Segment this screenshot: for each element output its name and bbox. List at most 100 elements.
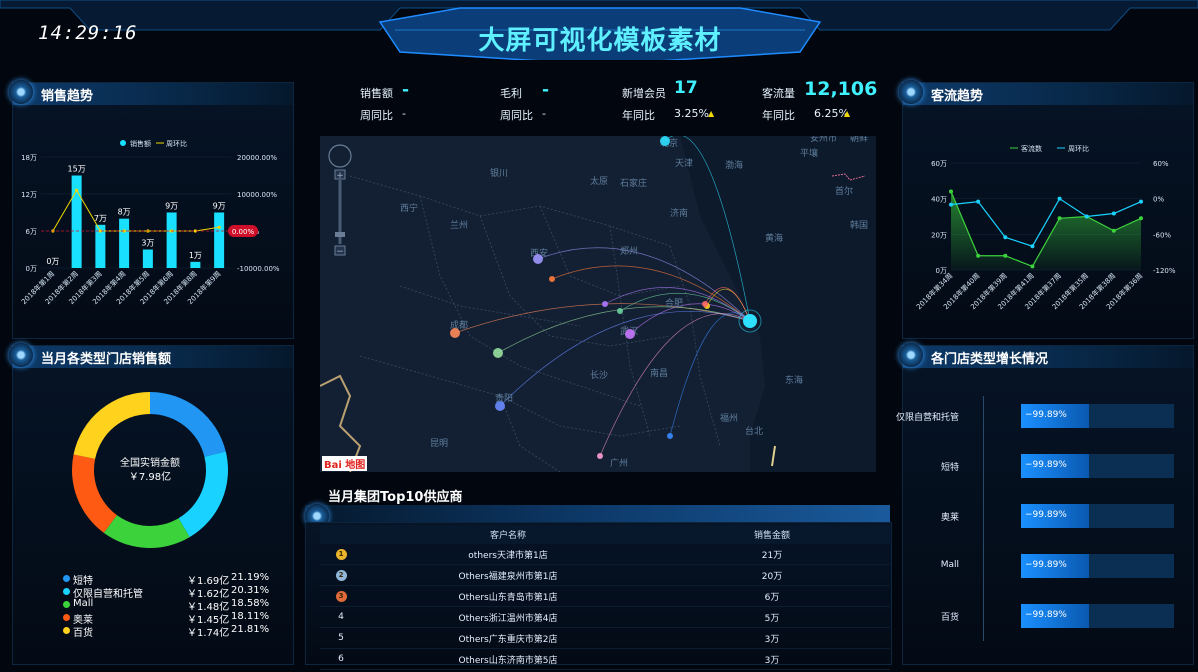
legend-item[interactable]: 奥莱 ￥1.45亿 18.11%: [63, 611, 273, 626]
traffic-point: [1030, 264, 1035, 269]
sales-trend-panel: 销售趋势 销售额 周环比 0万 6万 12万 18万 -10000.00% 0.00% 1000…: [9, 80, 294, 339]
map-point: [597, 453, 603, 459]
map-city-label: 渤海: [725, 159, 743, 171]
panel-title: 当月各类型门店销售额: [41, 352, 172, 367]
y2-tick-label: -60%: [1153, 231, 1171, 239]
panel-title: 销售趋势: [41, 89, 94, 104]
traffic-point: [1057, 216, 1062, 221]
map-city-label: 昆明: [430, 438, 448, 449]
kpi-label: 销售额: [360, 87, 393, 100]
map-city-label: 广州: [610, 457, 628, 469]
legend-pct: 21.81%: [231, 624, 270, 635]
rank-medal-icon: 1: [335, 548, 347, 560]
clock: 14:29:16: [38, 22, 138, 44]
y-tick-label: 60万: [931, 160, 947, 168]
amount-cell: 5万: [654, 606, 890, 628]
legend-name: 百货: [73, 628, 93, 639]
map-city-label: 太原: [590, 175, 608, 187]
map-city-label: 长沙: [590, 369, 608, 381]
map-city-label: 黄海: [765, 232, 783, 244]
legend-item[interactable]: 仅限自营和托管 ￥1.62亿 20.31%: [63, 585, 273, 600]
growth-bar-chart: 仅限自营和托管 −99.89% 短特 −99.89% 奥莱 −99.89% Mall …: [896, 404, 1193, 654]
amount-cell: 3万: [654, 627, 890, 649]
panel-bullet-icon: [9, 80, 33, 104]
donut-center-label: 全国实销金额: [120, 456, 180, 469]
kpi-value: -: [402, 80, 410, 100]
svg-text:+: +: [336, 171, 344, 181]
flow-arc: [499, 311, 751, 407]
table-row[interactable]: 2 Others福建泉州市第1店 20万: [320, 564, 890, 586]
store-sales-donut-chart: 全国实销金额￥7.98亿: [72, 392, 228, 548]
map-city-label: 合肥: [665, 297, 683, 309]
map-pan-control[interactable]: [328, 144, 352, 168]
kpi-label: 毛利: [500, 87, 522, 100]
donut-slice: [150, 392, 226, 457]
legend-pct: 21.19%: [231, 572, 270, 583]
table-row[interactable]: 6 Others山东济南市第5店 3万: [320, 648, 890, 670]
map-point: [549, 276, 555, 282]
table-row[interactable]: 1 others天津市第1店 21万: [320, 544, 890, 565]
donut-slice: [72, 454, 117, 533]
map-point: [602, 301, 608, 307]
legend-item[interactable]: 百货 ￥1.74亿 21.81%: [63, 624, 273, 639]
legend-item[interactable]: Mall ￥1.48亿 18.58%: [63, 598, 273, 613]
legend-label: 周环比: [166, 139, 187, 148]
rank-cell: 5: [320, 627, 362, 649]
flow-arc: [537, 247, 751, 322]
zoom-slider-handle[interactable]: [335, 232, 345, 237]
legend-dot-icon: [63, 627, 70, 634]
panel-bullet-icon: [899, 80, 923, 104]
kpi-strip: 销售额 - 周同比 - 毛利 - 周同比 - 新增会员 17 年同比 3.25%…: [300, 78, 896, 126]
y2-tick-label: 10000.00%: [237, 191, 277, 199]
kpi-label: 新增会员: [622, 87, 666, 100]
growth-bar-row: 短特 −99.89%: [903, 454, 1174, 480]
china-map[interactable]: + − 北京天津太原石家庄济南西宁兰州郑州西安合肥武汉成都长沙南昌贵阳昆明福州台…: [320, 136, 876, 472]
bar-data-label: −99.89%: [1025, 460, 1067, 470]
legend-item[interactable]: 短特 ￥1.69亿 21.19%: [63, 572, 273, 587]
up-arrow-icon: ▲: [844, 109, 851, 118]
donut-legend: 短特 ￥1.69亿 21.19% 仅限自营和托管 ￥1.62亿 20.31% M…: [13, 572, 293, 662]
table-row[interactable]: 4 Others浙江温州市第4店 5万: [320, 606, 890, 628]
map-city-label: 平壤: [800, 147, 818, 159]
rank-number: 4: [338, 612, 344, 622]
legend-dot-icon: [63, 588, 70, 595]
map-point: [450, 328, 460, 338]
y2-tick-label: 60%: [1153, 160, 1169, 168]
svg-text:−: −: [336, 247, 344, 257]
traffic-point: [1003, 253, 1008, 258]
column-header-customer: 客户名称: [362, 525, 654, 544]
kpi-card: 新增会员 17 年同比 3.25% ▲: [622, 78, 752, 126]
kpi-sub-value: -: [402, 107, 406, 120]
table-row[interactable]: 5 Others广东重庆市第2店 3万: [320, 627, 890, 649]
bar-data-label: −99.89%: [1025, 410, 1067, 420]
map-city-label: 首尔: [835, 185, 853, 197]
amount-cell: 21万: [654, 544, 890, 565]
map-city-label: 银川: [490, 167, 508, 179]
legend-pct: 18.58%: [231, 598, 270, 609]
legend-label: 周环比: [1068, 144, 1089, 153]
map-city-label: 韩国: [850, 219, 868, 231]
map-city-label: 天津: [675, 158, 693, 169]
wow-point: [1084, 214, 1089, 219]
legend-name: Mall: [73, 598, 94, 609]
y-tick-label: 6万: [26, 228, 37, 236]
map-point: [667, 433, 673, 439]
customer-name-cell: Others广东重庆市第2店: [362, 627, 654, 649]
kpi-sub-label: 年同比: [622, 109, 655, 122]
growth-bar-row: Mall −99.89%: [903, 554, 1174, 580]
column-header-amount: 销售金额: [654, 525, 890, 544]
wow-point: [1003, 235, 1008, 240]
y-tick-label: 20万: [931, 231, 947, 239]
panel-header: 当月各类型门店销售额: [9, 343, 293, 368]
map-panel[interactable]: + − 北京天津太原石家庄济南西宁兰州郑州西安合肥武汉成都长沙南昌贵阳昆明福州台…: [320, 136, 876, 472]
kpi-card: 销售额 - 周同比 -: [360, 78, 490, 126]
wow-point: [1057, 196, 1062, 201]
map-point: [495, 401, 505, 411]
wow-point: [1111, 211, 1116, 216]
up-arrow-icon: ▲: [708, 109, 715, 118]
traffic-trend-panel: 客流趋势 客流数 周环比 0万 20万 40万 60万 -120% -60% 0% 60% 2018…: [899, 80, 1194, 339]
traffic-point: [1139, 216, 1143, 221]
store-type-sales-panel: 当月各类型门店销售额 全国实销金额 ￥7.98亿 短特 ￥1.69亿 21.19%…: [9, 343, 294, 665]
table-row[interactable]: 3 Others山东青岛市第1店 6万: [320, 585, 890, 607]
bar-data-label: 9万: [165, 202, 178, 211]
